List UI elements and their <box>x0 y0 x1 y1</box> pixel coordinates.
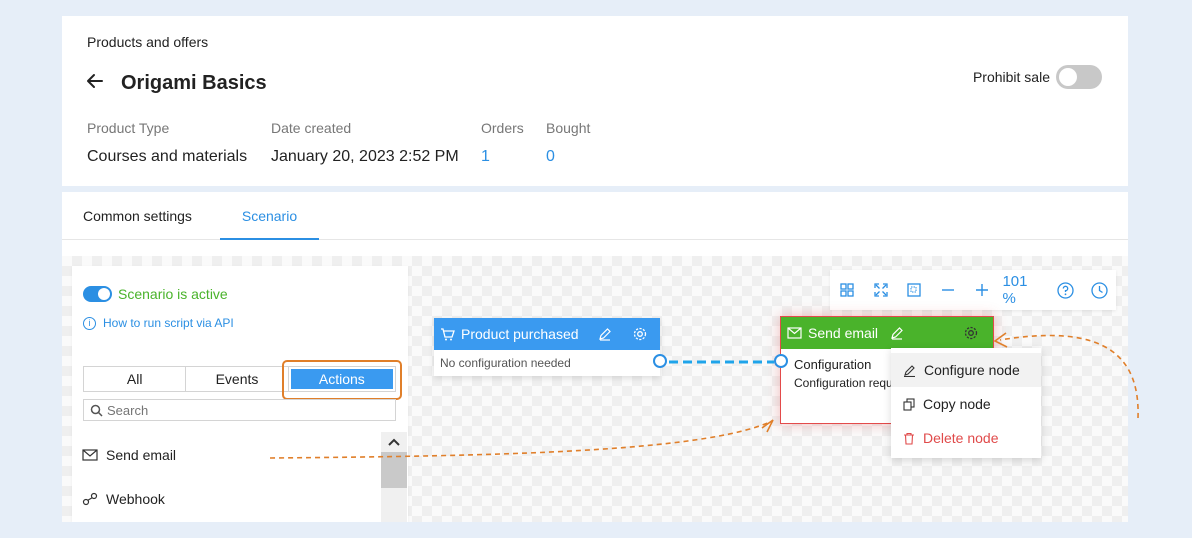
tab-bar: Common settings Scenario <box>62 192 1128 240</box>
filter-events[interactable]: Events <box>186 367 289 391</box>
menu-copy-node[interactable]: Copy node <box>891 387 1041 421</box>
orders-link[interactable]: 1 <box>481 148 490 166</box>
menu-item-label: Delete node <box>923 430 999 446</box>
product-type-label: Product Type <box>87 120 170 136</box>
scroll-thumb[interactable] <box>381 452 407 488</box>
node-palette-panel: Scenario is active i How to run script v… <box>72 266 408 522</box>
api-help-text: How to run script via API <box>103 316 234 330</box>
history-icon[interactable] <box>1082 270 1116 310</box>
menu-item-label: Configure node <box>924 362 1020 378</box>
mail-icon <box>787 327 802 339</box>
node-body-text: No configuration needed <box>440 356 571 370</box>
zoom-in-icon[interactable] <box>965 270 999 310</box>
grid-icon[interactable] <box>830 270 864 310</box>
trash-icon <box>904 432 914 445</box>
mail-icon <box>82 449 98 461</box>
chevron-up-icon[interactable] <box>381 434 407 450</box>
scenario-active-toggle[interactable] <box>83 286 112 302</box>
copy-icon <box>903 397 915 411</box>
edit-icon[interactable] <box>598 327 612 341</box>
menu-delete-node[interactable]: Delete node <box>891 421 1041 455</box>
scenario-active-control[interactable]: Scenario is active <box>83 286 228 302</box>
gear-icon[interactable] <box>963 325 979 341</box>
info-icon: i <box>83 316 96 330</box>
api-help-link[interactable]: i How to run script via API <box>83 316 234 330</box>
tab-scenario[interactable]: Scenario <box>220 192 319 240</box>
prohibit-sale-control[interactable]: Prohibit sale <box>973 65 1102 89</box>
date-created-label: Date created <box>271 120 352 136</box>
palette-search[interactable] <box>83 399 396 421</box>
edit-icon <box>904 364 915 377</box>
page-title: Origami Basics <box>121 72 267 94</box>
menu-item-label: Copy node <box>923 396 991 412</box>
fit-screen-icon[interactable] <box>864 270 898 310</box>
breadcrumb[interactable]: Products and offers <box>87 34 208 50</box>
product-header-card: Products and offers Origami Basics Prohi… <box>62 16 1128 186</box>
back-arrow-icon[interactable] <box>86 72 104 90</box>
filter-all[interactable]: All <box>84 367 187 391</box>
edit-icon[interactable] <box>890 326 904 340</box>
minimap-icon[interactable] <box>897 270 931 310</box>
palette-item-webhook[interactable]: Webhook <box>82 491 165 507</box>
palette-scrollbar[interactable] <box>381 432 407 522</box>
node-title: Send email <box>808 325 879 341</box>
palette-item-label: Webhook <box>106 491 165 507</box>
date-created-value: January 20, 2023 2:52 PM <box>271 148 459 165</box>
canvas-toolbar: 101 % <box>830 270 1116 310</box>
help-icon[interactable] <box>1049 270 1083 310</box>
bought-link[interactable]: 0 <box>546 148 555 166</box>
prohibit-sale-label: Prohibit sale <box>972 69 1050 85</box>
menu-configure-node[interactable]: Configure node <box>891 353 1041 387</box>
prohibit-sale-toggle[interactable] <box>1056 65 1102 89</box>
annotation-highlight <box>282 360 402 400</box>
bought-label: Bought <box>546 120 591 136</box>
input-port[interactable] <box>774 354 788 368</box>
tab-common-settings[interactable]: Common settings <box>83 192 192 240</box>
scenario-active-label: Scenario is active <box>118 286 228 302</box>
gear-icon[interactable] <box>632 326 648 342</box>
palette-item-label: Send email <box>106 447 177 463</box>
node-title: Product purchased <box>461 326 579 342</box>
webhook-icon <box>82 492 98 506</box>
search-icon <box>90 404 103 417</box>
node-header[interactable]: Send email <box>781 317 993 349</box>
node-context-menu: Configure node Copy node Delete node <box>891 348 1041 458</box>
palette-item-send-email[interactable]: Send email <box>82 447 176 463</box>
node-header[interactable]: Product purchased <box>434 318 660 350</box>
orders-label: Orders <box>481 120 524 136</box>
cart-icon <box>441 327 455 340</box>
product-type-value: Courses and materials <box>87 148 248 165</box>
node-product-purchased[interactable]: Product purchased No configuration neede… <box>434 318 660 376</box>
search-input[interactable] <box>107 402 387 418</box>
zoom-level: 101 % <box>1002 273 1028 307</box>
output-port[interactable] <box>653 354 667 368</box>
zoom-out-icon[interactable] <box>931 270 965 310</box>
